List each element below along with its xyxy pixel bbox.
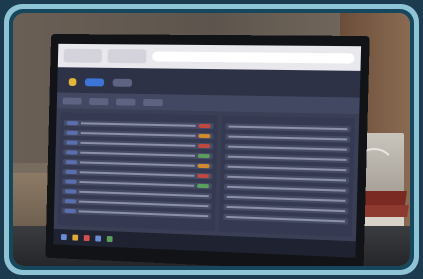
action-pill[interactable] bbox=[64, 189, 77, 194]
badge bbox=[197, 183, 210, 189]
badge bbox=[197, 173, 210, 179]
action-pill[interactable] bbox=[66, 130, 78, 135]
row-text bbox=[227, 165, 347, 172]
row-text bbox=[79, 171, 195, 177]
list-item[interactable] bbox=[62, 168, 213, 180]
toolbar-button[interactable] bbox=[62, 97, 82, 105]
list-item[interactable] bbox=[224, 183, 349, 194]
row-text bbox=[228, 135, 348, 141]
row-text bbox=[80, 122, 196, 127]
row-text bbox=[79, 161, 195, 167]
row-text bbox=[227, 175, 347, 182]
left-pane bbox=[57, 112, 219, 232]
content-panes bbox=[54, 108, 360, 241]
list-item[interactable] bbox=[224, 173, 350, 184]
badge bbox=[198, 153, 211, 159]
right-pane bbox=[219, 115, 355, 238]
action-pill[interactable] bbox=[65, 169, 77, 175]
row-text bbox=[228, 155, 347, 161]
taskbar-app-icon[interactable] bbox=[72, 234, 79, 241]
row-text bbox=[79, 190, 210, 198]
list-item[interactable] bbox=[61, 207, 212, 220]
row-text bbox=[226, 215, 345, 223]
secondary-button[interactable] bbox=[112, 78, 133, 87]
badge bbox=[198, 143, 211, 149]
list-item[interactable] bbox=[63, 119, 214, 130]
monitor-screen bbox=[53, 43, 362, 258]
row-text bbox=[80, 141, 196, 147]
action-pill[interactable] bbox=[65, 160, 78, 165]
list-item[interactable] bbox=[63, 129, 214, 140]
toolbar-button[interactable] bbox=[143, 98, 163, 106]
list-item[interactable] bbox=[225, 123, 351, 133]
photo-frame bbox=[0, 0, 423, 279]
toolbar-button[interactable] bbox=[116, 97, 136, 106]
list-item[interactable] bbox=[225, 133, 351, 143]
action-pill[interactable] bbox=[65, 150, 78, 155]
row-text bbox=[79, 200, 209, 208]
badge bbox=[198, 133, 211, 139]
list-item[interactable] bbox=[223, 193, 349, 205]
list-item[interactable] bbox=[62, 178, 213, 190]
row-text bbox=[227, 185, 346, 192]
address-bar[interactable] bbox=[152, 51, 355, 64]
list-item[interactable] bbox=[223, 213, 349, 225]
list-item[interactable] bbox=[62, 188, 213, 200]
row-text bbox=[78, 210, 209, 218]
list-item[interactable] bbox=[225, 143, 351, 153]
action-pill[interactable] bbox=[66, 140, 78, 145]
status-chip bbox=[68, 77, 77, 86]
list-item[interactable] bbox=[224, 163, 350, 174]
list-item[interactable] bbox=[63, 139, 214, 150]
toolbar-button[interactable] bbox=[89, 97, 109, 105]
row-text bbox=[228, 145, 347, 151]
row-text bbox=[226, 205, 346, 213]
action-pill[interactable] bbox=[66, 121, 79, 126]
taskbar-app-icon[interactable] bbox=[60, 234, 67, 241]
row-text bbox=[79, 181, 195, 187]
app-header-left bbox=[65, 71, 133, 91]
row-text bbox=[80, 151, 196, 157]
list-item[interactable] bbox=[223, 203, 349, 215]
badge bbox=[198, 123, 211, 129]
browser-tab[interactable] bbox=[107, 49, 147, 64]
primary-button[interactable] bbox=[84, 77, 105, 86]
list-item[interactable] bbox=[224, 153, 350, 164]
action-pill[interactable] bbox=[64, 199, 77, 204]
list-item[interactable] bbox=[63, 149, 214, 160]
photo bbox=[13, 13, 410, 266]
taskbar-app-icon[interactable] bbox=[95, 235, 102, 242]
monitor-bezel bbox=[45, 34, 370, 266]
action-pill[interactable] bbox=[64, 208, 76, 214]
row-text bbox=[226, 195, 346, 202]
taskbar-app-icon[interactable] bbox=[83, 235, 90, 242]
row-text bbox=[228, 125, 348, 131]
badge bbox=[197, 163, 210, 169]
browser-tab[interactable] bbox=[63, 48, 103, 63]
list-item[interactable] bbox=[62, 158, 213, 170]
taskbar-app-icon[interactable] bbox=[106, 235, 113, 243]
row-text bbox=[80, 132, 196, 137]
action-pill[interactable] bbox=[65, 179, 77, 184]
